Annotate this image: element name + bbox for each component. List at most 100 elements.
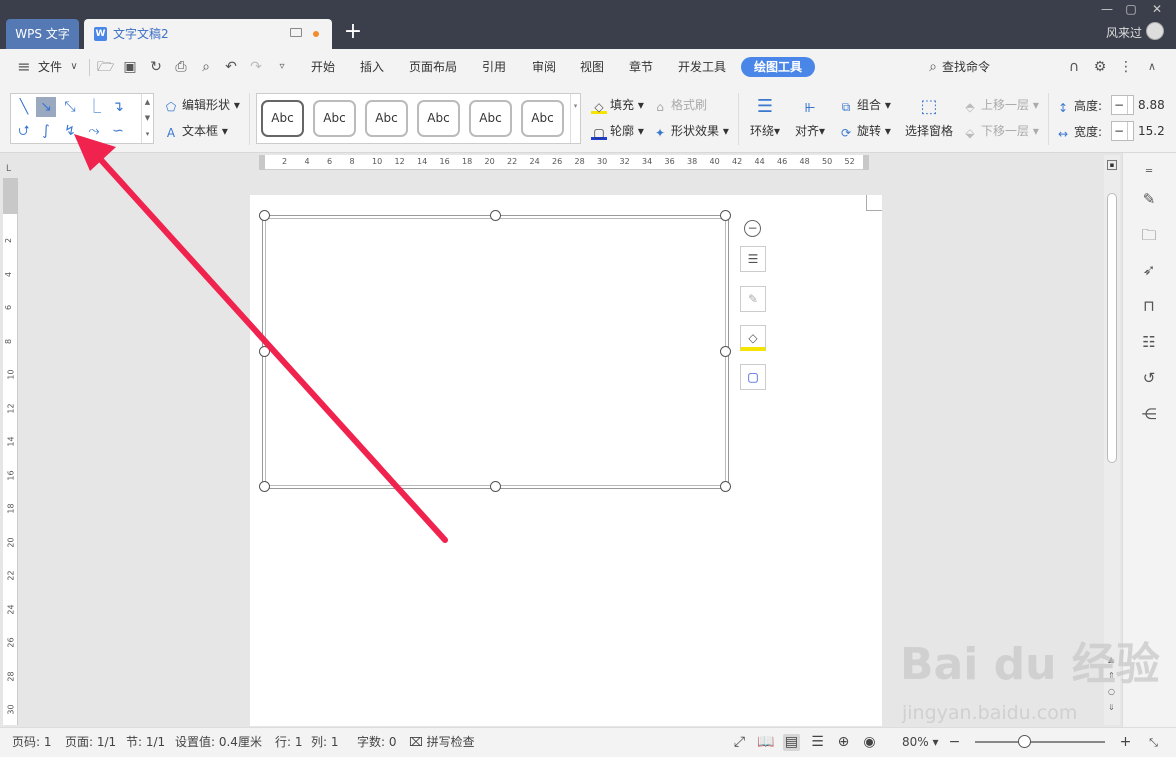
width-field[interactable]: − [1111, 121, 1134, 141]
double-arrow-shape-icon[interactable]: ⤡ [60, 97, 80, 117]
pen-icon[interactable]: ✎ [1138, 188, 1160, 210]
file-menu[interactable]: 文件 [38, 49, 62, 85]
line-shape-icon[interactable]: ╲ [14, 97, 34, 117]
redo-icon[interactable]: ↷ [248, 59, 264, 75]
resize-handle[interactable] [259, 346, 270, 357]
wrap-button[interactable]: ☰ 环绕▾ [747, 95, 783, 139]
collapse-ribbon-icon[interactable]: ∧ [1144, 59, 1160, 75]
resize-handle[interactable] [720, 210, 731, 221]
zoom-level[interactable]: 80% ▾ [902, 728, 939, 756]
outline-view-icon[interactable]: ☰ [809, 734, 826, 751]
zoom-in-icon[interactable]: + [1117, 734, 1134, 751]
bring-forward-button[interactable]: ⬘ 上移一层 ▾ [962, 96, 1038, 114]
eye-protection-icon[interactable]: ◉ [861, 734, 878, 751]
share-icon[interactable]: ⋲ [1138, 403, 1160, 425]
freeform-scribble-icon[interactable]: ∽ [108, 121, 128, 141]
tab-stop-icon[interactable]: L [6, 164, 11, 174]
setting-value[interactable]: 设置值: 0.4厘米 [175, 728, 262, 756]
history-icon[interactable]: ↺ [1138, 367, 1160, 389]
zoom-out-icon[interactable]: − [946, 734, 963, 751]
tab-home[interactable]: 开始 [311, 49, 335, 85]
height-field[interactable]: − [1111, 95, 1134, 115]
next-page-icon[interactable]: ⇓ [1108, 703, 1115, 712]
layout-options-icon[interactable]: ☰ [740, 246, 766, 272]
fit-window-icon[interactable]: ⤡ [1145, 734, 1162, 751]
row-position[interactable]: 行: 1 [275, 728, 303, 756]
split-view-icon[interactable]: ▪ [1107, 160, 1117, 170]
tab-wps-writer[interactable]: WPS 文字 [6, 19, 79, 49]
resize-handle[interactable] [490, 210, 501, 221]
page-count[interactable]: 页面: 1/1 [65, 728, 116, 756]
maximize-icon[interactable]: ▢ [1120, 0, 1142, 18]
pointer-icon[interactable]: ➶ [1138, 259, 1160, 281]
tab-insert[interactable]: 插入 [360, 49, 384, 85]
width-value[interactable]: 15.2 [1138, 124, 1165, 138]
word-count[interactable]: 字数: 0 [357, 728, 397, 756]
curved-arrow-connector-icon[interactable]: ↯ [60, 121, 80, 141]
edit-shape-button[interactable]: ⬠ 编辑形状 ▾ [163, 96, 240, 114]
search-icon[interactable]: ⌕ [925, 59, 941, 75]
page-view-icon[interactable]: ▤ [783, 734, 800, 751]
headset-icon[interactable]: ∩ [1066, 59, 1082, 75]
text-box[interactable] [262, 215, 729, 489]
vertical-ruler[interactable]: 2 4 6 8 10 12 14 16 18 20 22 24 26 28 30 [3, 178, 18, 725]
tab-page-layout[interactable]: 页面布局 [409, 49, 457, 85]
find-folder-icon[interactable]: 🗀 [1138, 224, 1160, 246]
arrow-shape-icon[interactable]: ↘ [36, 97, 56, 117]
elbow-connector-icon[interactable]: ⎿ [84, 97, 104, 117]
format-painter-button[interactable]: ⌂ 格式刷 [652, 96, 707, 114]
shape-effects-button[interactable]: ✦ 形状效果 ▾ [652, 122, 729, 140]
outline-button[interactable]: ▢ 轮廓 ▾ [591, 122, 644, 140]
collapse-float-toolbar-icon[interactable]: − [744, 220, 761, 237]
zoom-slider[interactable] [975, 741, 1105, 743]
elbow-double-arrow-icon[interactable]: ⮍ [14, 121, 34, 141]
resize-handle[interactable] [259, 481, 270, 492]
shape-style-2[interactable]: Abc [313, 100, 356, 137]
tab-view[interactable]: 视图 [580, 49, 604, 85]
resize-handle[interactable] [259, 210, 270, 221]
fill-bucket-icon[interactable]: ◇ [740, 325, 766, 351]
column-position[interactable]: 列: 1 [311, 728, 339, 756]
command-search[interactable]: 查找命令 [942, 49, 990, 85]
quick-access-dropdown-icon[interactable]: ▿ [274, 59, 290, 75]
lock-icon[interactable]: ⊓ [1138, 295, 1160, 317]
panel-collapse-icon[interactable]: ═ [1138, 161, 1160, 183]
close-icon[interactable]: ✕ [1146, 0, 1168, 18]
shape-style-3[interactable]: Abc [365, 100, 408, 137]
chevron-down-icon[interactable]: ∨ [66, 59, 82, 75]
selection-pane-button[interactable]: ⬚ 选择窗格 [903, 95, 955, 139]
save-icon[interactable]: ▣ [122, 59, 138, 75]
shape-style-1[interactable]: Abc [261, 100, 304, 137]
monitor-icon[interactable] [290, 28, 302, 37]
scroll-thumb[interactable] [1107, 193, 1117, 463]
zoom-slider-handle[interactable] [1018, 735, 1031, 748]
curved-double-arrow-icon[interactable]: ⤳ [84, 121, 104, 141]
user-name[interactable]: 风来过 [1106, 24, 1142, 41]
avatar[interactable] [1146, 22, 1164, 40]
outline-icon[interactable]: ▢ [740, 364, 766, 390]
print-preview-icon[interactable]: ⌕ [198, 59, 214, 75]
elbow-arrow-connector-icon[interactable]: ↴ [108, 97, 128, 117]
tab-chapter[interactable]: 章节 [629, 49, 653, 85]
align-button[interactable]: ⫦ 对齐▾ [792, 95, 828, 139]
page-number[interactable]: 页码: 1 [12, 728, 52, 756]
export-icon[interactable]: ↻ [148, 59, 164, 75]
fullscreen-icon[interactable]: ⤢ [731, 734, 748, 751]
horizontal-ruler[interactable]: 2 4 6 8 10 12 14 16 18 20 22 24 26 28 30 32 34 36 38 40 42 44… [259, 155, 869, 170]
tab-drawing-tools[interactable]: 绘图工具 [741, 57, 815, 77]
more-icon[interactable]: ⋮ [1118, 59, 1134, 75]
new-tab-button[interactable]: + [343, 19, 363, 47]
resize-handle[interactable] [720, 346, 731, 357]
curved-connector-icon[interactable]: ∫ [36, 121, 56, 141]
minimize-icon[interactable]: — [1096, 0, 1118, 18]
text-box-content[interactable] [265, 218, 726, 486]
group-button[interactable]: ⧉ 组合 ▾ [838, 96, 891, 114]
shape-style-5[interactable]: Abc [469, 100, 512, 137]
tab-developer[interactable]: 开发工具 [678, 49, 726, 85]
gear-icon[interactable]: ⚙ [1092, 59, 1108, 75]
height-value[interactable]: 8.88 [1138, 98, 1165, 112]
reading-mode-icon[interactable]: 📖 [757, 734, 774, 751]
fill-button[interactable]: ◇ 填充 ▾ [591, 96, 644, 114]
section-count[interactable]: 节: 1/1 [126, 728, 165, 756]
shape-style-4[interactable]: Abc [417, 100, 460, 137]
